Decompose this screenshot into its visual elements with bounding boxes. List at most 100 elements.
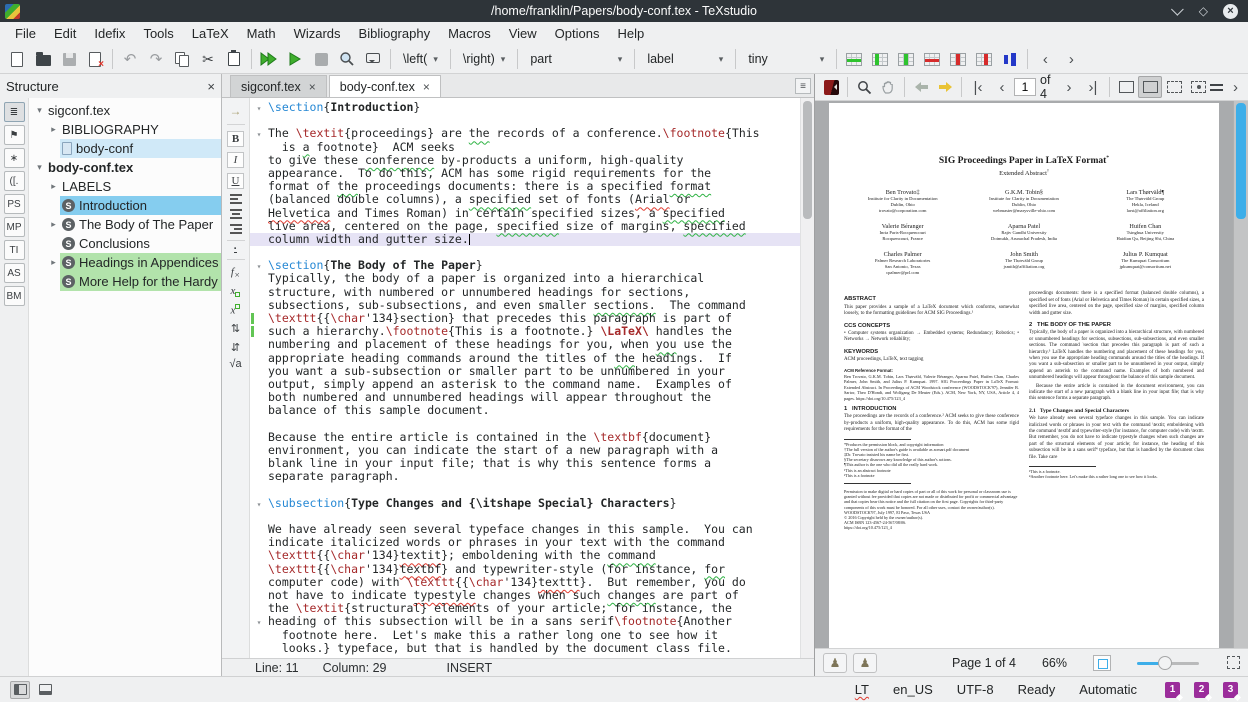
pdf-hand-tool-button[interactable] — [876, 76, 900, 98]
paste-table-column-button[interactable] — [893, 47, 919, 71]
presentation-tool-button[interactable]: ♟ — [823, 653, 847, 673]
editor-scrollbar[interactable] — [800, 98, 814, 658]
side-icon-brackets[interactable]: ([. — [4, 171, 25, 191]
code-line-29[interactable]: separate paragraph. — [250, 470, 800, 483]
tree-item-body-conf[interactable]: body-conf — [29, 139, 221, 158]
chevron-collapsed-icon[interactable]: ▸ — [47, 219, 60, 230]
side-icon-beamer[interactable]: BM — [4, 286, 25, 306]
code-editor[interactable]: ▾\section{Introduction}▾The \textit{proc… — [250, 98, 800, 658]
tree-item-sigconf-tex[interactable]: ▾sigconf.tex — [29, 101, 221, 120]
code-line-31[interactable]: ▾\subsection{Type Changes and {\itshape … — [250, 497, 800, 510]
zoom-slider[interactable] — [1137, 656, 1199, 670]
side-icon-pstricks[interactable]: PS — [4, 194, 25, 214]
menu-latex[interactable]: LaTeX — [183, 24, 238, 43]
align-table-columns-button[interactable] — [997, 47, 1023, 71]
build-and-view-button[interactable] — [256, 47, 282, 71]
bookmark-tag-3[interactable]: 3 — [1223, 682, 1238, 698]
chevron-collapsed-icon[interactable]: ▸ — [47, 257, 60, 268]
superscript-icon[interactable]: x — [231, 304, 241, 317]
tab-body-conf-tex[interactable]: body-conf.tex× — [329, 75, 441, 97]
bold-button[interactable]: B — [227, 131, 244, 147]
copy-button[interactable] — [169, 47, 195, 71]
maximize-icon[interactable]: ◇ — [1199, 5, 1208, 17]
status-status[interactable]: Ready — [1018, 682, 1056, 697]
menu-tools[interactable]: Tools — [134, 24, 182, 43]
pdf-scrollbar-thumb[interactable] — [1236, 103, 1246, 219]
open-documents-list-button[interactable]: ≡ — [795, 78, 811, 94]
first-page-button[interactable]: |‹ — [966, 76, 990, 98]
right-delimiter-combo[interactable]: \right)▾ — [455, 47, 513, 71]
status-dictionary[interactable]: en_US — [893, 682, 933, 697]
bookmark-tag-1[interactable]: 1 — [1165, 682, 1180, 698]
italic-button[interactable]: I — [227, 152, 244, 168]
cut-button[interactable]: ✂ — [195, 47, 221, 71]
subscript-icon[interactable]: x — [231, 285, 241, 299]
remove-table-row-button[interactable] — [919, 47, 945, 71]
cut-table-column-button[interactable] — [971, 47, 997, 71]
editor-scrollbar-thumb[interactable] — [803, 101, 812, 219]
close-window-icon[interactable]: × — [1223, 4, 1238, 19]
chevron-collapsed-icon[interactable]: ▸ — [47, 124, 60, 135]
new-file-button[interactable] — [4, 47, 30, 71]
side-icon-tikz[interactable]: TI — [4, 240, 25, 260]
menu-bibliography[interactable]: Bibliography — [350, 24, 440, 43]
chevron-expanded-icon[interactable]: ▾ — [33, 105, 46, 116]
references-combo[interactable]: label▾ — [639, 47, 731, 71]
last-page-button[interactable]: ›| — [1081, 76, 1105, 98]
sqrt-icon[interactable]: √a — [229, 358, 241, 370]
code-line-1[interactable]: ▾\section{Introduction} — [250, 101, 800, 114]
menu-options[interactable]: Options — [546, 24, 609, 43]
menu-macros[interactable]: Macros — [439, 24, 500, 43]
sectioning-combo[interactable]: part▾ — [522, 47, 630, 71]
tab-sigconf-tex[interactable]: sigconf.tex× — [230, 75, 327, 97]
next-document-button[interactable]: › — [1058, 47, 1084, 71]
left-delimiter-combo[interactable]: \left(▾ — [395, 47, 446, 71]
side-icon-bookmarks[interactable]: ⚑ — [4, 125, 25, 145]
side-icon-metapost[interactable]: MP — [4, 217, 25, 237]
side-icon-asymptote[interactable]: AS — [4, 263, 25, 283]
side-icon-symbols[interactable]: ∗ — [4, 148, 25, 168]
underset-icon[interactable]: ⇅ — [231, 322, 240, 335]
code-line-24[interactable]: balance of this sample document. — [250, 404, 800, 417]
expand-toolbar-icon[interactable]: › — [1233, 79, 1238, 96]
underline-button[interactable]: U — [227, 173, 244, 189]
add-table-row-button[interactable] — [841, 47, 867, 71]
redo-button[interactable]: ↷ — [143, 47, 169, 71]
tree-item-more-help-for-the-hardy[interactable]: SMore Help for the Hardy — [29, 272, 221, 291]
open-file-button[interactable] — [30, 47, 56, 71]
menu-view[interactable]: View — [500, 24, 546, 43]
pdf-menu-icon[interactable] — [1210, 84, 1223, 91]
accent-dot-icon[interactable]: · — [234, 247, 238, 253]
chevron-expanded-icon[interactable]: ▾ — [33, 162, 46, 173]
next-page-button[interactable]: › — [1057, 76, 1081, 98]
minimize-icon[interactable] — [1171, 3, 1184, 16]
close-document-button[interactable]: × — [82, 47, 108, 71]
menu-file[interactable]: File — [6, 24, 45, 43]
save-button[interactable] — [56, 47, 82, 71]
pdf-back-button[interactable] — [909, 76, 933, 98]
tree-item-headings-in-appendices[interactable]: ▸SHeadings in Appendices — [29, 253, 221, 272]
menu-idefix[interactable]: Idefix — [85, 24, 134, 43]
align-center-icon[interactable] — [230, 209, 242, 219]
fit-window-button[interactable] — [1138, 76, 1162, 98]
messages-log-button[interactable] — [360, 47, 386, 71]
menu-edit[interactable]: Edit — [45, 24, 85, 43]
previous-page-button[interactable]: ‹ — [990, 76, 1014, 98]
status-encoding[interactable]: UTF-8 — [957, 682, 994, 697]
fold-marker-icon[interactable]: ▾ — [257, 262, 262, 271]
close-panel-icon[interactable]: × — [207, 79, 215, 94]
auto-fit-button[interactable] — [1186, 76, 1210, 98]
toggle-bottom-panel-button[interactable] — [35, 681, 55, 699]
toggle-side-panel-button[interactable] — [10, 681, 30, 699]
tree-item-introduction[interactable]: SIntroduction — [29, 196, 221, 215]
fold-marker-icon[interactable]: ▾ — [257, 104, 262, 113]
fullscreen-icon[interactable] — [1227, 656, 1240, 669]
overset-icon[interactable]: ⇅ — [231, 340, 240, 353]
close-tab-icon[interactable]: × — [309, 80, 316, 94]
align-right-icon[interactable] — [230, 224, 242, 234]
align-left-icon[interactable] — [230, 194, 242, 204]
bookmark-tag-2[interactable]: 2 — [1194, 682, 1209, 698]
tree-item-conclusions[interactable]: SConclusions — [29, 234, 221, 253]
select-region-button[interactable] — [1162, 76, 1186, 98]
code-line-11[interactable]: column width and gutter size. — [250, 233, 800, 246]
